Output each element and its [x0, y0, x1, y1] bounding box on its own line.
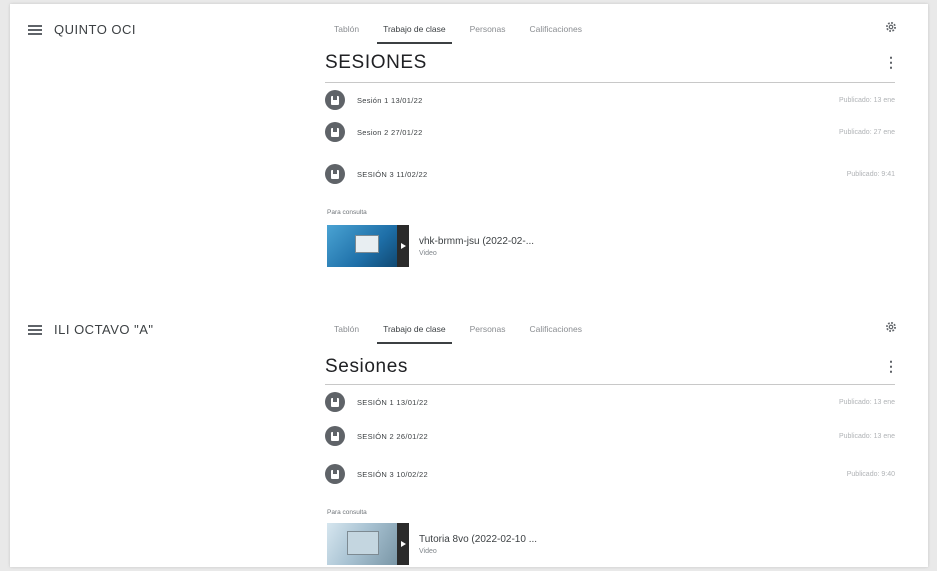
list-item[interactable]: SESIÓN 1 13/01/22 Publicado: 13 ene [325, 390, 895, 414]
tab-personas[interactable]: Personas [458, 24, 518, 44]
video-attachment[interactable]: vhk-brmm-jsu (2022-02-... Video [327, 224, 587, 268]
attachment-type: Video [419, 249, 437, 257]
assignment-icon [325, 426, 345, 446]
tab-bar: Tablón Trabajo de clase Personas Calific… [322, 324, 594, 344]
assignment-icon [325, 164, 345, 184]
play-icon [397, 523, 409, 565]
tab-tablon[interactable]: Tablón [322, 324, 371, 344]
list-item[interactable]: Sesion 2 27/01/22 Publicado: 27 ene [325, 120, 895, 144]
topic-divider [325, 82, 895, 83]
tab-trabajo-de-clase[interactable]: Trabajo de clase [371, 324, 458, 344]
more-vert-icon[interactable]: ⋮ [884, 54, 898, 71]
assignment-icon [325, 464, 345, 484]
assignment-icon [325, 122, 345, 142]
assignment-icon [325, 392, 345, 412]
list-item[interactable]: SESIÓN 2 26/01/22 Publicado: 13 ene [325, 424, 895, 448]
video-thumbnail [327, 523, 409, 565]
tab-personas[interactable]: Personas [458, 324, 518, 344]
item-title: SESIÓN 1 13/01/22 [357, 397, 428, 407]
course-name[interactable]: QUINTO OCI [54, 22, 136, 37]
tab-calificaciones[interactable]: Calificaciones [518, 24, 594, 44]
item-meta: Publicado: 13 ene [838, 432, 895, 440]
item-meta: Publicado: 13 ene [838, 96, 895, 104]
classroom-panel-2: ILI OCTAVO "A" Tablón Trabajo de clase P… [10, 304, 928, 567]
attachment-title: Tutoria 8vo (2022-02-10 ... [419, 533, 538, 545]
item-title: SESIÓN 2 26/01/22 [357, 431, 428, 441]
item-meta: Publicado: 9:41 [846, 170, 895, 178]
course-name[interactable]: ILI OCTAVO "A" [54, 322, 154, 337]
item-meta: Publicado: 27 ene [838, 128, 895, 136]
classroom-panel-1: QUINTO OCI Tablón Trabajo de clase Perso… [10, 4, 928, 294]
section-label: Para consulta [327, 509, 367, 516]
item-meta: Publicado: 13 ene [838, 398, 895, 406]
item-meta: Publicado: 9:40 [846, 470, 895, 478]
tab-bar: Tablón Trabajo de clase Personas Calific… [322, 24, 594, 44]
gear-icon[interactable] [884, 20, 898, 34]
course-header: QUINTO OCI [28, 22, 136, 37]
topic-title: SESIONES [325, 52, 427, 73]
item-title: SESIÓN 3 10/02/22 [357, 469, 428, 479]
topic-divider [325, 384, 895, 385]
item-title: Sesión 1 13/01/22 [357, 95, 423, 105]
list-item[interactable]: SESIÓN 3 11/02/22 Publicado: 9:41 [325, 162, 895, 186]
video-thumbnail [327, 225, 409, 267]
more-vert-icon[interactable]: ⋮ [884, 358, 898, 375]
item-title: Sesion 2 27/01/22 [357, 127, 423, 137]
attachment-type: Video [419, 547, 437, 555]
video-attachment[interactable]: Tutoria 8vo (2022-02-10 ... Video [327, 522, 587, 566]
item-title: SESIÓN 3 11/02/22 [357, 169, 428, 179]
course-header: ILI OCTAVO "A" [28, 322, 154, 337]
gear-icon[interactable] [884, 320, 898, 334]
topic-title: Sesiones [325, 356, 408, 377]
section-label: Para consulta [327, 209, 367, 216]
list-item[interactable]: Sesión 1 13/01/22 Publicado: 13 ene [325, 88, 895, 112]
screenshot-sheet: QUINTO OCI Tablón Trabajo de clase Perso… [10, 4, 928, 567]
tab-calificaciones[interactable]: Calificaciones [518, 324, 594, 344]
assignment-icon [325, 90, 345, 110]
hamburger-menu-icon[interactable] [28, 24, 42, 35]
hamburger-menu-icon[interactable] [28, 324, 42, 335]
list-item[interactable]: SESIÓN 3 10/02/22 Publicado: 9:40 [325, 462, 895, 486]
tab-tablon[interactable]: Tablón [322, 24, 371, 44]
tab-trabajo-de-clase[interactable]: Trabajo de clase [371, 24, 458, 44]
play-icon [397, 225, 409, 267]
attachment-title: vhk-brmm-jsu (2022-02-... [419, 235, 535, 247]
